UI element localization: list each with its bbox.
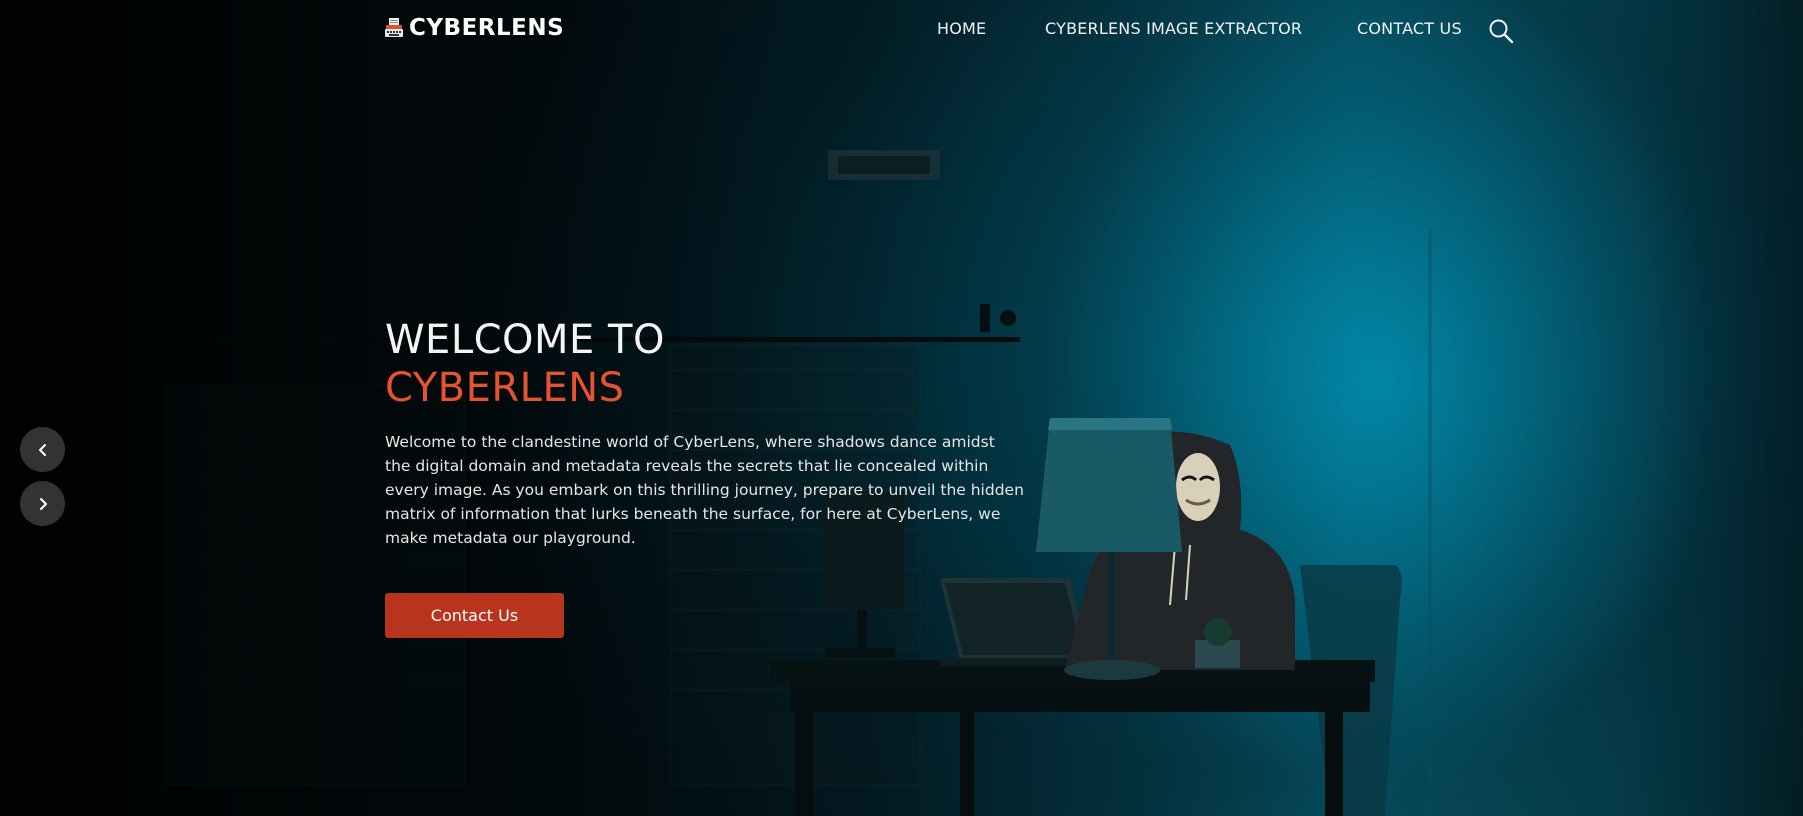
nav-item-home[interactable]: HOME (937, 19, 986, 38)
hero-content: WELCOME TO CYBERLENS Welcome to the clan… (385, 316, 1025, 638)
hero-title: WELCOME TO CYBERLENS (385, 316, 1025, 412)
slider-next-button[interactable] (20, 481, 65, 526)
nav-item-image-extractor[interactable]: CYBERLENS IMAGE EXTRACTOR (1045, 19, 1302, 38)
slider-prev-button[interactable] (20, 427, 65, 472)
contact-us-button[interactable]: Contact Us (385, 593, 564, 638)
search-button[interactable] (1488, 18, 1514, 44)
hero-title-line-1: WELCOME TO (385, 317, 665, 363)
chevron-left-icon (38, 443, 46, 456)
hero-section: CYBERLENS HOME CYBERLENS IMAGE EXTRACTOR… (0, 0, 1803, 816)
chevron-right-icon (39, 497, 47, 510)
hero-description: Welcome to the clandestine world of Cybe… (385, 433, 1024, 547)
nav-item-contact-us[interactable]: CONTACT US (1357, 19, 1462, 38)
search-icon (1489, 19, 1514, 44)
hero-title-line-2: CYBERLENS (385, 365, 625, 411)
top-navigation: CYBERLENS HOME CYBERLENS IMAGE EXTRACTOR… (0, 0, 1803, 60)
nav-menu: HOME CYBERLENS IMAGE EXTRACTOR CONTACT U… (0, 19, 1803, 43)
